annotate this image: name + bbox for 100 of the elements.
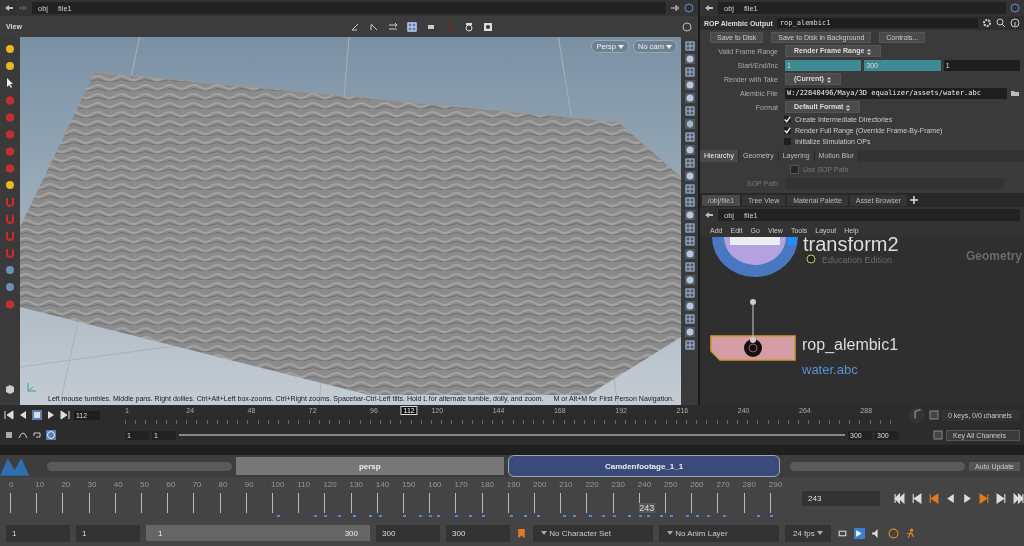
sun-icon[interactable] [4,60,16,72]
frame-number: 260 [690,479,704,489]
caret-icon [667,530,673,537]
axis-icon[interactable] [350,21,361,32]
sphere-icon[interactable] [684,210,695,220]
sun-icon[interactable] [4,43,16,55]
grid-icon[interactable] [684,132,695,142]
panel-label: Camdenfootage_1_1 [507,455,781,477]
end-time-field[interactable]: 300 [376,524,440,542]
skip-start-icon[interactable] [4,410,14,420]
grid-icon[interactable] [684,41,695,51]
grid-icon[interactable] [684,314,695,324]
info-icon[interactable] [1010,18,1020,28]
frame-number: 80 [218,479,228,489]
start-time-field[interactable]: 1 [76,524,140,542]
grid-icon[interactable] [684,184,695,194]
end-time-field[interactable]: 300 [446,524,510,542]
back-icon[interactable] [704,210,714,220]
sphere-icon[interactable] [4,264,16,276]
sphere-icon[interactable] [684,249,695,259]
frame-number: 60 [166,479,176,489]
stop-icon[interactable] [32,410,42,420]
folder-icon[interactable] [1010,88,1020,98]
play-icon[interactable] [962,493,973,504]
current-time-marker[interactable]: 243 [638,502,656,513]
transform-node[interactable] [712,237,798,277]
back-icon[interactable] [4,3,14,13]
sphere-icon[interactable] [684,80,695,90]
pointer-icon[interactable] [4,77,16,89]
cube-icon[interactable] [684,119,695,129]
sphere-icon[interactable] [684,171,695,181]
help-icon[interactable] [1010,3,1020,13]
caret-icon [666,44,672,50]
arrows-icon[interactable] [388,21,399,32]
frame-number: 140 [375,479,390,489]
rop-node[interactable] [710,335,796,361]
sphere-icon[interactable] [684,301,695,311]
frame-number: 150 [402,479,416,489]
frame-icon[interactable] [483,21,494,32]
play-reverse-icon[interactable] [18,410,28,420]
grid-icon[interactable] [684,288,695,298]
play-reverse-icon[interactable] [945,493,956,504]
help-icon[interactable] [682,21,692,32]
sphere-icon[interactable] [684,327,695,337]
playback-icon[interactable] [854,527,865,539]
help-icon[interactable] [684,3,694,13]
grid-icon[interactable] [407,21,418,32]
curve-icon[interactable] [18,430,28,440]
frame-number: 290 [768,479,783,489]
grid-icon[interactable] [684,197,695,207]
anim-layer-menu[interactable]: No Anim Layer [659,524,779,542]
scroll-bar[interactable] [47,461,232,471]
grid-icon[interactable] [684,158,695,168]
frame-number: 210 [559,479,573,489]
grid-icon[interactable] [684,106,695,116]
sphere-icon[interactable] [684,54,695,64]
step-forward-icon[interactable] [996,493,1007,504]
grid-icon[interactable] [684,236,695,246]
next-key-icon[interactable] [979,493,990,504]
frame-number: 50 [140,479,149,489]
scroll-bar[interactable] [790,461,966,471]
frame-number: 230 [611,479,625,489]
skip-end-icon[interactable] [1013,493,1024,504]
sphere-icon[interactable] [684,93,695,103]
fps-menu[interactable]: 24 fps [785,524,831,542]
gear-icon[interactable] [982,18,992,28]
previous-key-icon[interactable] [928,493,939,504]
frame-number: 10 [35,479,45,489]
play-icon[interactable] [46,410,56,420]
frame-number: 180 [480,479,494,489]
checkbox[interactable] [790,164,799,174]
character-set-menu[interactable]: No Character Set [533,524,653,542]
frame-number: 110 [297,479,310,489]
sphere-icon[interactable] [4,281,16,293]
grid-icon[interactable] [684,67,695,77]
frame-number: 0 [9,479,14,489]
sphere-icon[interactable] [684,145,695,155]
sphere-icon[interactable] [684,275,695,285]
skip-start-icon[interactable] [894,493,905,504]
current-time-field[interactable]: 243 [802,491,880,506]
grid-icon[interactable] [684,223,695,233]
axis-gizmo-icon [26,381,38,393]
search-icon[interactable] [996,18,1006,28]
step-back-icon[interactable] [911,493,922,504]
checkbox[interactable] [784,138,791,145]
frame-number: 120 [323,479,337,489]
axis-icon[interactable] [369,21,380,32]
grid-icon[interactable] [684,340,695,350]
skip-end-icon[interactable] [60,410,70,420]
grid-icon[interactable] [684,262,695,272]
back-icon[interactable] [704,3,714,13]
frame-number: 190 [506,479,521,489]
sun-icon[interactable] [4,179,16,191]
running-figure-icon[interactable] [905,527,916,539]
cube-icon[interactable] [4,383,16,395]
plus-icon[interactable] [908,195,919,205]
start-time-field[interactable]: 1 [6,524,70,542]
frame-number: 220 [585,479,599,489]
clock-icon[interactable] [46,430,56,440]
bookmark-icon[interactable] [516,527,527,539]
